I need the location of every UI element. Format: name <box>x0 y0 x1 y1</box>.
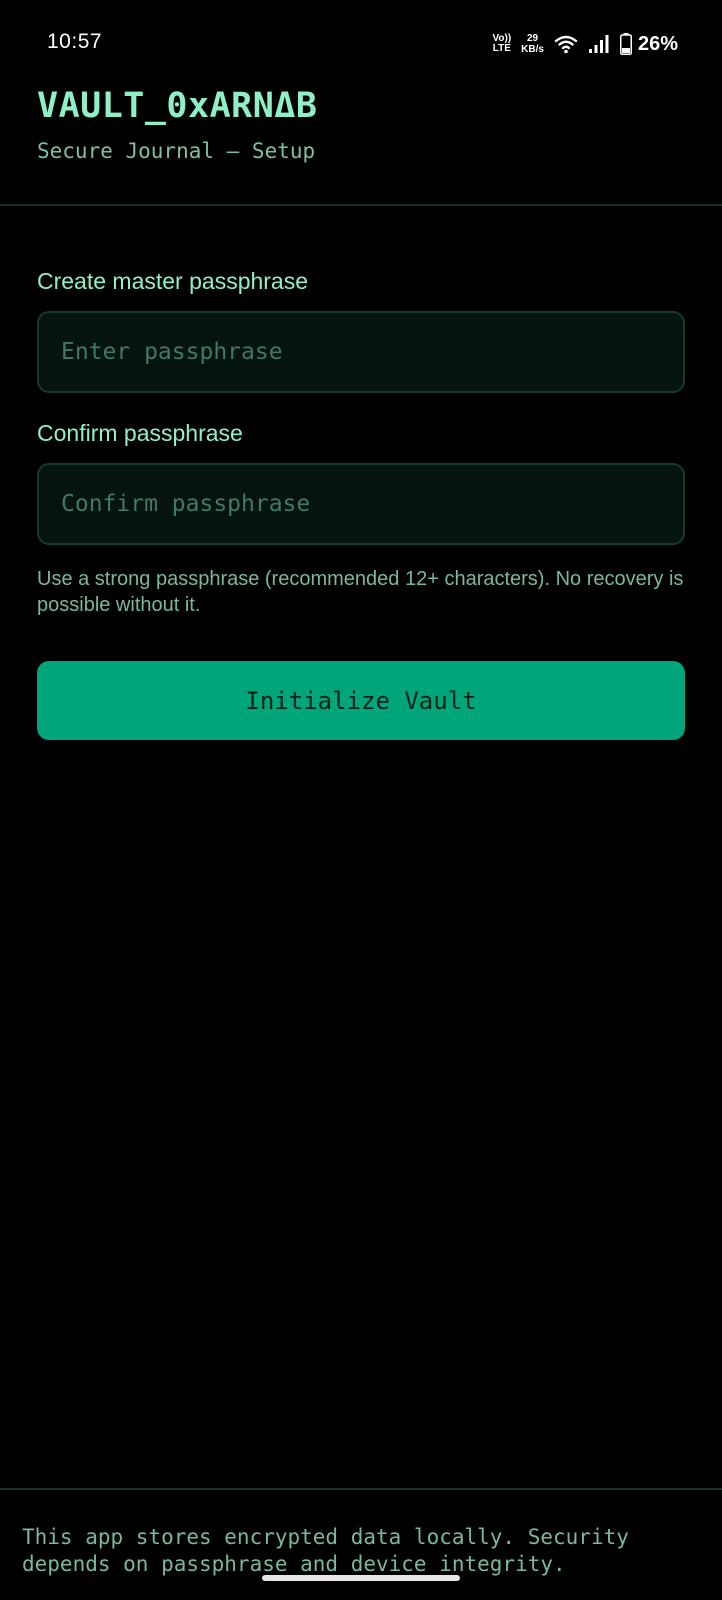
confirm-passphrase-input[interactable] <box>37 463 685 545</box>
app-subtitle: Secure Journal — Setup <box>37 139 316 163</box>
signal-icon <box>588 34 610 54</box>
passphrase-helper-text: Use a strong passphrase (recommended 12+… <box>37 568 684 616</box>
volte-indicator: Vo)) LTE <box>492 34 511 54</box>
status-time: 10:57 <box>47 30 103 53</box>
master-passphrase-input[interactable] <box>37 311 685 393</box>
header-divider <box>0 204 722 206</box>
network-speed-value: 29 <box>527 33 539 44</box>
volte-bottom: LTE <box>492 43 511 54</box>
wifi-icon <box>554 34 578 54</box>
status-bar: 10:57 Vo)) LTE 29 KB/s 26% <box>0 0 722 88</box>
master-passphrase-label: Create master passphrase <box>37 268 309 294</box>
app-title: VAULT_0xARNΔB <box>37 86 318 126</box>
battery-percent: 26% <box>637 32 678 55</box>
status-icons: Vo)) LTE 29 KB/s 26% <box>492 30 678 58</box>
network-speed-unit: KB/s <box>521 44 544 55</box>
network-speed: 29 KB/s <box>521 33 544 55</box>
footer-divider <box>0 1488 722 1490</box>
confirm-passphrase-label: Confirm passphrase <box>37 420 243 446</box>
footer-disclaimer: This app stores encrypted data locally. … <box>22 1525 629 1576</box>
initialize-vault-button[interactable]: Initialize Vault <box>37 661 685 740</box>
battery-icon <box>619 33 632 55</box>
home-indicator[interactable] <box>262 1575 460 1581</box>
